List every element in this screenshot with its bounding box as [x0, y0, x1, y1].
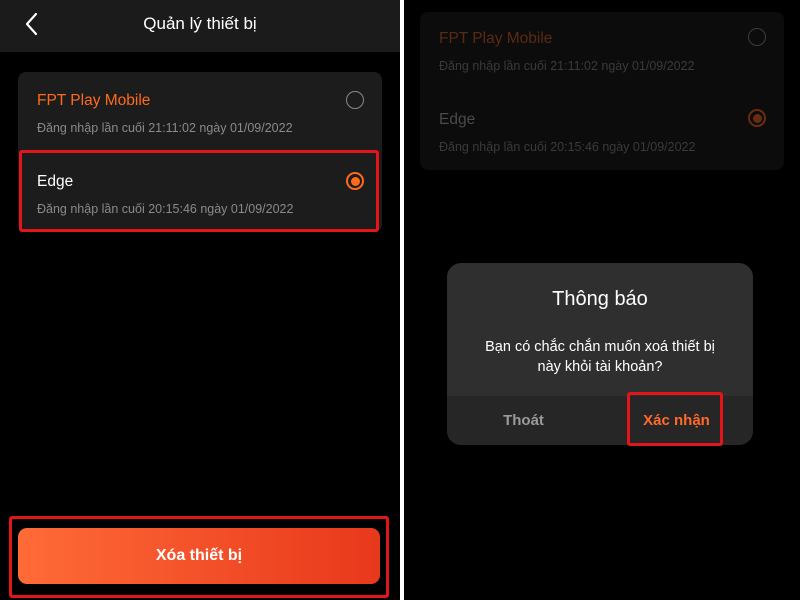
confirm-delete-screen: FPT Play Mobile Đăng nhập lần cuối 21:11…: [404, 0, 800, 600]
device-management-screen: Quản lý thiết bị FPT Play Mobile Đăng nh…: [0, 0, 400, 600]
device-item-edge[interactable]: Edge Đăng nhập lần cuối 20:15:46 ngày 01…: [18, 152, 382, 232]
dialog-message: Bạn có chắc chắn muốn xoá thiết bị này k…: [467, 337, 733, 377]
device-last-login: Đăng nhập lần cuối 20:15:46 ngày 01/09/2…: [439, 140, 696, 154]
device-name: FPT Play Mobile: [37, 92, 151, 109]
device-last-login: Đăng nhập lần cuối 21:11:02 ngày 01/09/2…: [37, 121, 293, 135]
cancel-button[interactable]: Thoát: [447, 396, 600, 445]
device-last-login: Đăng nhập lần cuối 21:11:02 ngày 01/09/2…: [439, 59, 695, 73]
radio-unselected-icon: [748, 28, 766, 46]
dialog-message-line-1: Bạn có chắc chắn muốn xoá thiết bị: [485, 339, 715, 355]
radio-unselected-icon[interactable]: [346, 91, 364, 109]
device-item-fpt-play-mobile[interactable]: FPT Play Mobile Đăng nhập lần cuối 21:11…: [18, 72, 382, 152]
dimmed-device-list: FPT Play Mobile Đăng nhập lần cuối 21:11…: [420, 12, 784, 170]
dialog-message-line-2: này khỏi tài khoản?: [537, 359, 663, 375]
confirm-button[interactable]: Xác nhận: [600, 396, 753, 445]
dimmed-device-item-edge: Edge Đăng nhập lần cuối 20:15:46 ngày 01…: [420, 92, 784, 172]
dialog-title: Thông báo: [552, 288, 648, 310]
device-list: FPT Play Mobile Đăng nhập lần cuối 21:11…: [18, 72, 382, 232]
confirm-dialog: Thông báo Bạn có chắc chắn muốn xoá thiế…: [447, 263, 753, 445]
device-name: Edge: [37, 173, 74, 190]
page-title: Quản lý thiết bị: [143, 14, 257, 33]
dimmed-device-item-fpt-play-mobile: FPT Play Mobile Đăng nhập lần cuối 21:11…: [420, 12, 784, 92]
radio-selected-icon[interactable]: [346, 172, 364, 190]
device-name: Edge: [439, 111, 476, 128]
delete-device-button[interactable]: Xóa thiết bị: [18, 528, 380, 584]
device-last-login: Đăng nhập lần cuối 20:15:46 ngày 01/09/2…: [37, 202, 294, 216]
device-name: FPT Play Mobile: [439, 30, 553, 47]
radio-selected-icon: [748, 109, 766, 127]
dialog-actions: Thoát Xác nhận: [447, 396, 753, 445]
app-header: Quản lý thiết bị: [0, 0, 400, 52]
